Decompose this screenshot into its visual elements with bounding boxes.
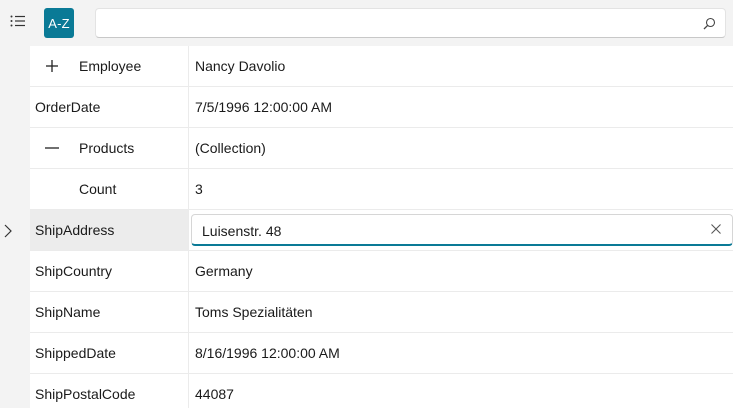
property-value[interactable]: 3 bbox=[190, 169, 733, 209]
shipaddress-input[interactable] bbox=[200, 220, 684, 242]
property-row-shippostalcode[interactable]: ShipPostalCode 44087 bbox=[30, 374, 733, 408]
collapse-minus-icon[interactable] bbox=[44, 140, 60, 156]
property-value[interactable]: Toms Spezialitäten bbox=[190, 292, 733, 332]
property-value[interactable]: Nancy Davolio bbox=[190, 46, 733, 86]
property-name: Employee bbox=[79, 58, 142, 74]
property-row-shippeddate[interactable]: ShippedDate 8/16/1996 12:00:00 AM bbox=[30, 333, 733, 374]
property-grid: Employee Nancy Davolio OrderDate 7/5/199… bbox=[30, 46, 733, 408]
sort-alphabetical-button[interactable]: A-Z bbox=[44, 8, 74, 38]
property-value[interactable]: Germany bbox=[190, 251, 733, 291]
chevron-right-icon bbox=[3, 224, 13, 238]
property-row-shipaddress[interactable]: ShipAddress bbox=[30, 210, 733, 251]
toolbar: A-Z bbox=[0, 0, 733, 46]
property-row-shipname[interactable]: ShipName Toms Spezialitäten bbox=[30, 292, 733, 333]
property-editor[interactable] bbox=[191, 214, 733, 246]
property-value[interactable]: 7/5/1996 12:00:00 AM bbox=[190, 87, 733, 127]
property-row-products[interactable]: Products (Collection) bbox=[30, 128, 733, 169]
property-value[interactable]: 44087 bbox=[190, 374, 733, 408]
search-box[interactable] bbox=[95, 8, 726, 38]
property-row-shipcountry[interactable]: ShipCountry Germany bbox=[30, 251, 733, 292]
categorize-button[interactable] bbox=[6, 10, 30, 34]
expand-plus-icon[interactable] bbox=[44, 58, 60, 74]
property-name: ShipName bbox=[35, 304, 101, 320]
property-value[interactable]: (Collection) bbox=[190, 128, 733, 168]
property-row-count[interactable]: Count 3 bbox=[30, 169, 733, 210]
property-name: ShipCountry bbox=[35, 263, 113, 279]
property-name: ShipPostalCode bbox=[35, 386, 136, 402]
search-input[interactable] bbox=[104, 13, 698, 35]
property-row-employee[interactable]: Employee Nancy Davolio bbox=[30, 46, 733, 87]
property-name: ShippedDate bbox=[35, 345, 116, 361]
property-name: ShipAddress bbox=[35, 222, 115, 238]
property-name: Products bbox=[79, 140, 135, 156]
property-name: Count bbox=[79, 181, 117, 197]
property-value[interactable]: 8/16/1996 12:00:00 AM bbox=[190, 333, 733, 373]
sort-label: A-Z bbox=[48, 15, 70, 31]
list-icon bbox=[10, 14, 26, 30]
property-row-orderdate[interactable]: OrderDate 7/5/1996 12:00:00 AM bbox=[30, 87, 733, 128]
search-icon[interactable] bbox=[703, 17, 716, 30]
clear-icon[interactable] bbox=[710, 223, 722, 235]
property-name: OrderDate bbox=[35, 99, 101, 115]
